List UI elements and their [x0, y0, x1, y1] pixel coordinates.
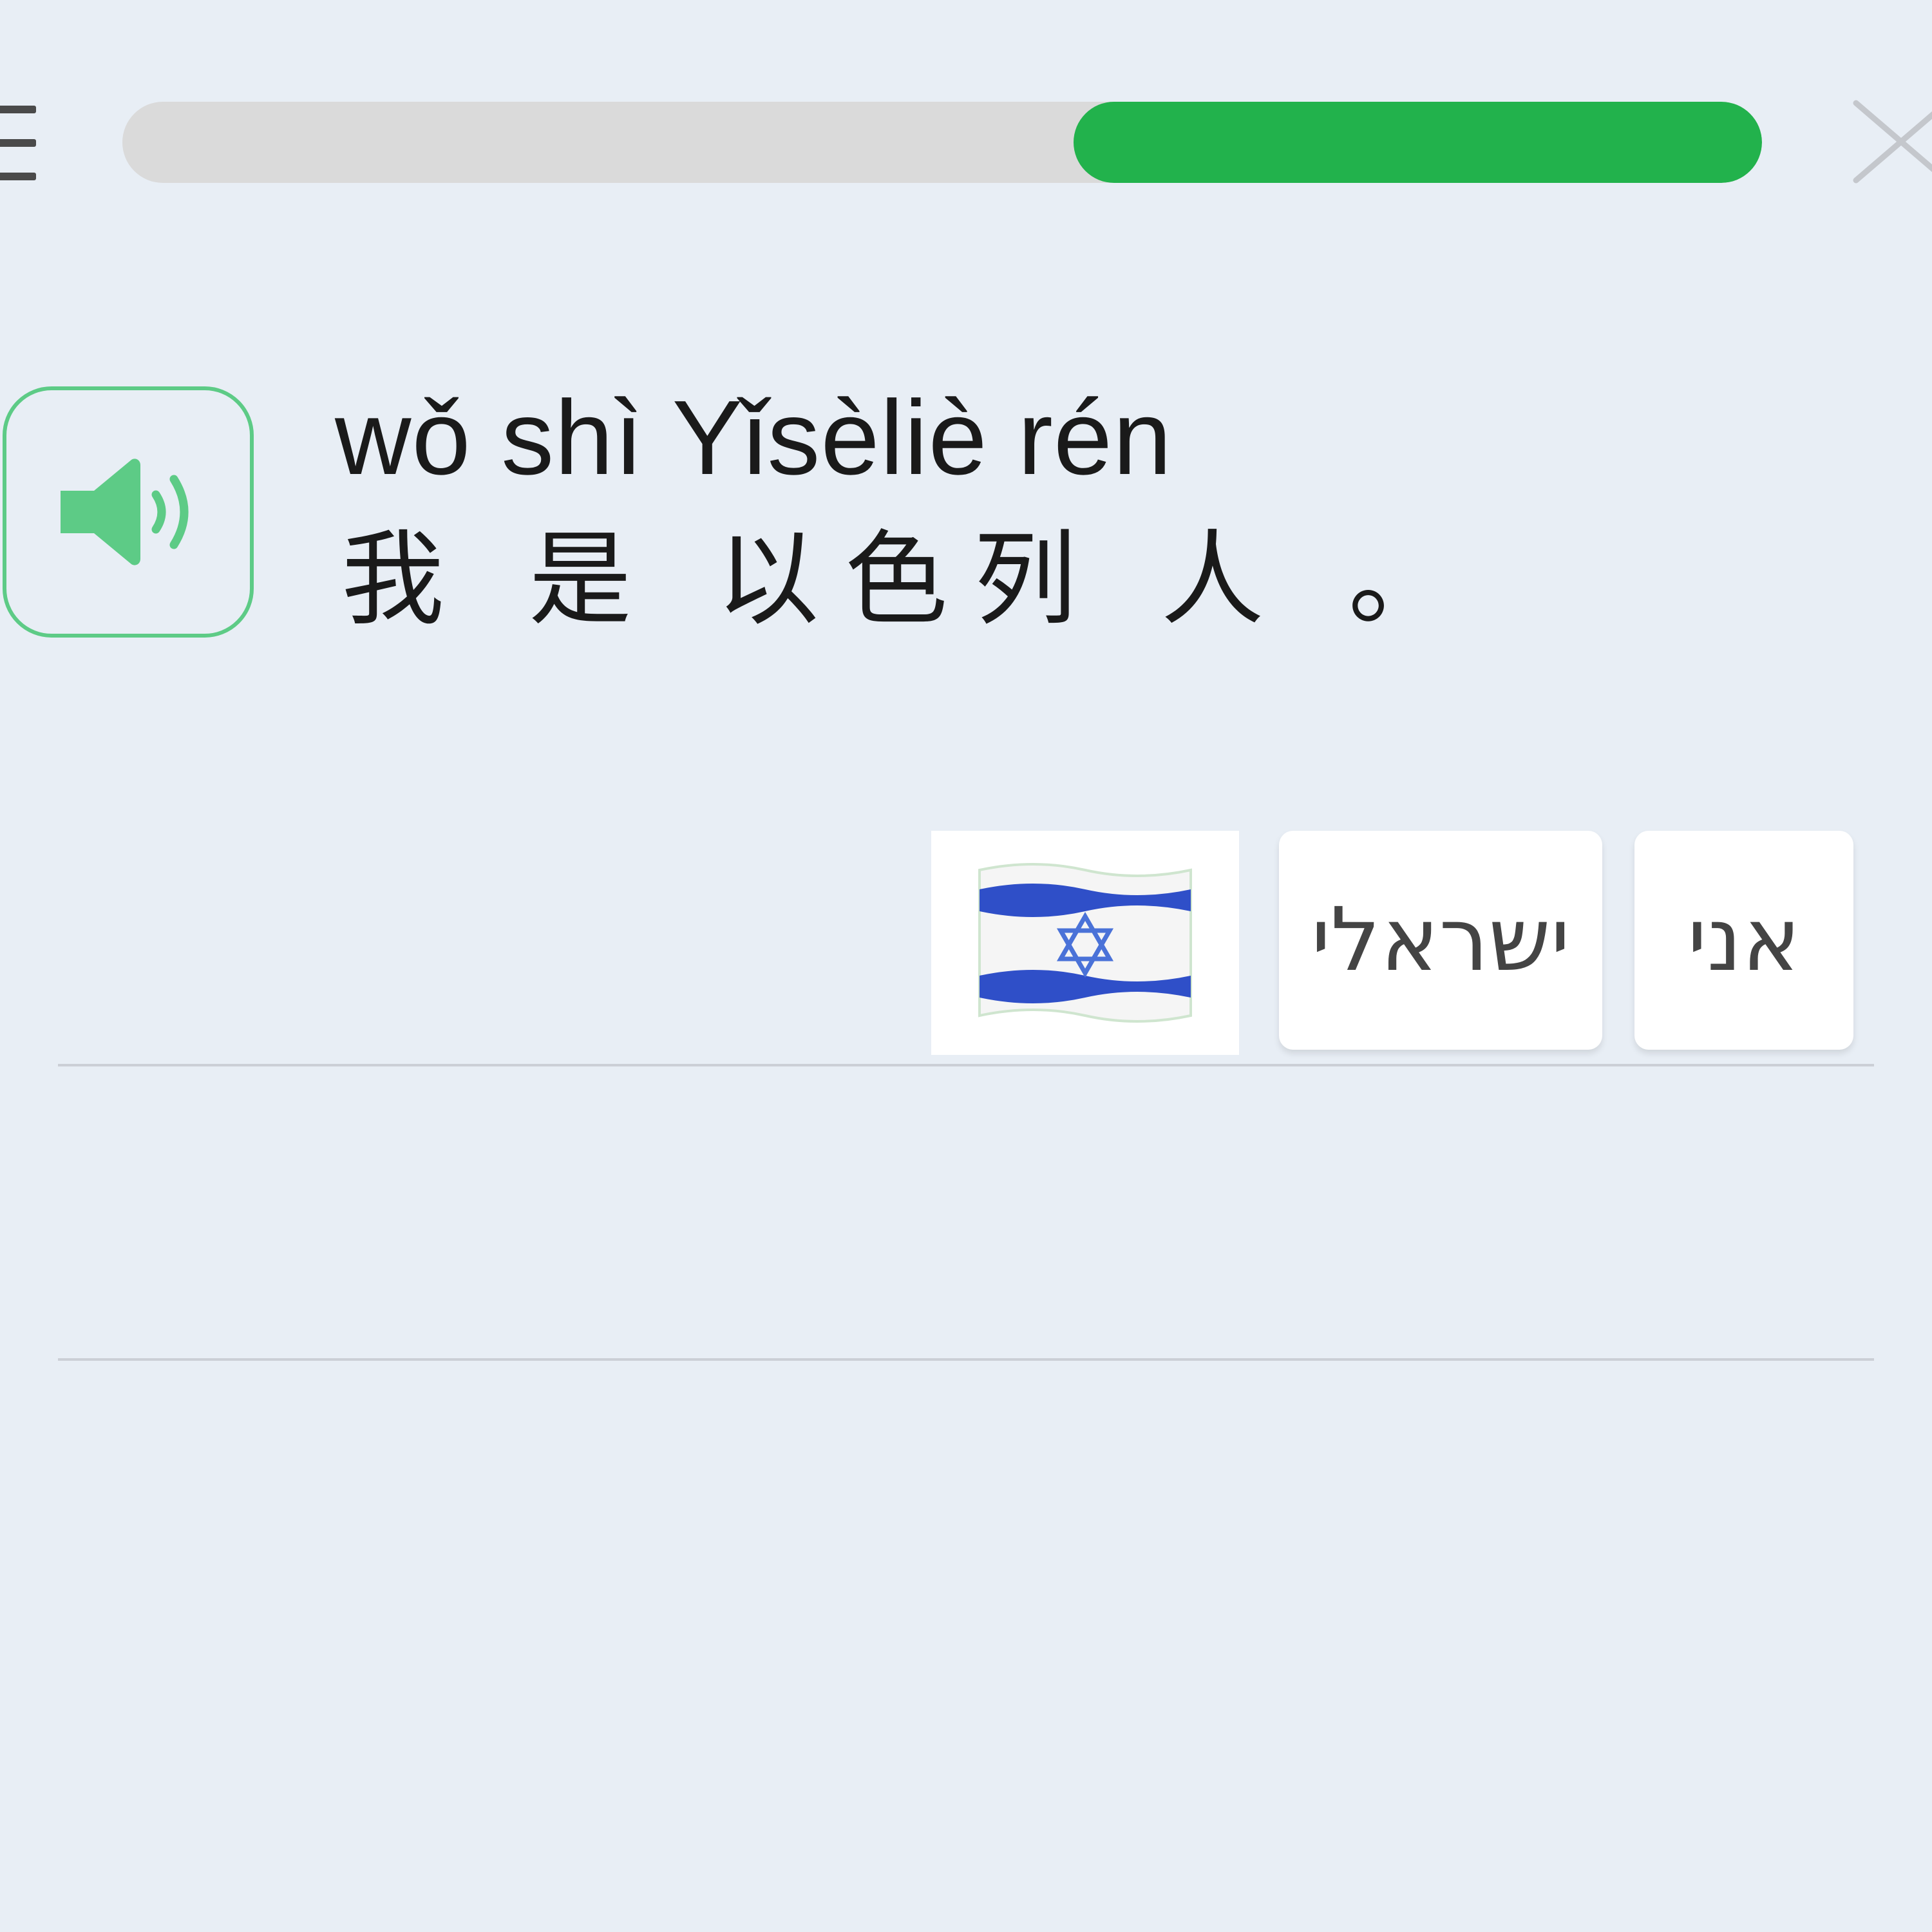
israel-flag-icon — [978, 863, 1192, 1023]
answer-line — [58, 1064, 1874, 1066]
lesson-progress-bar — [122, 102, 1762, 183]
answer-line — [58, 1358, 1874, 1361]
exercise-screen: wǒ shì Yǐsèliè rén 我 是 以色列 人 。 ישראלי אנ… — [0, 0, 1932, 1932]
hamburger-menu-icon[interactable] — [0, 103, 36, 183]
progress-fill — [1073, 102, 1762, 183]
pinyin-text: wǒ shì Yǐsèliè rén — [335, 379, 1173, 497]
close-x-icon[interactable] — [1850, 97, 1932, 187]
word-tile-ani[interactable]: אני — [1634, 831, 1853, 1050]
word-tile-israeli[interactable]: ישראלי — [1279, 831, 1602, 1050]
speaker-icon — [61, 459, 189, 565]
chinese-sentence: 我 是 以色列 人 。 — [341, 519, 1477, 639]
play-audio-button[interactable] — [3, 386, 254, 638]
word-tile-israel-flag[interactable] — [931, 831, 1239, 1055]
